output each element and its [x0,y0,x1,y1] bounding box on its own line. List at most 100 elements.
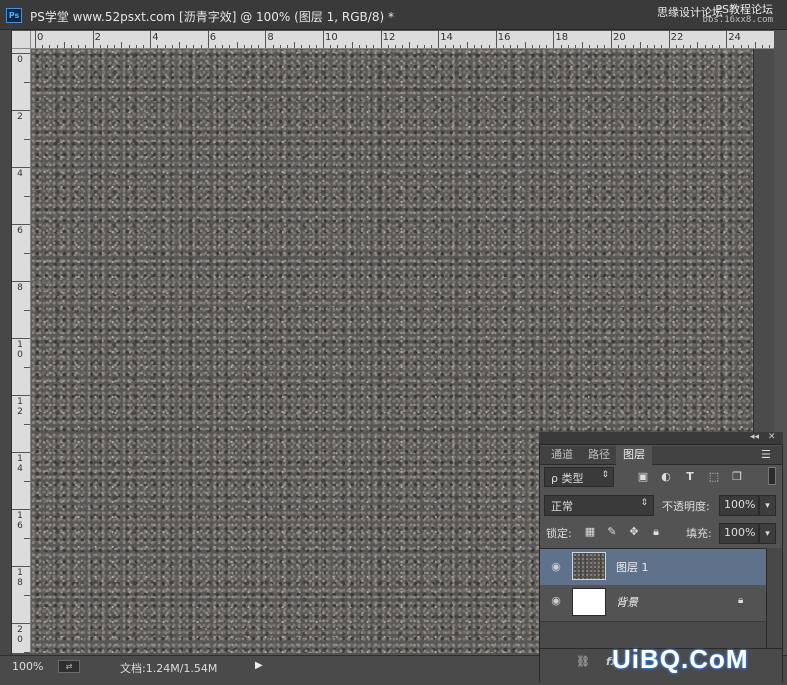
ruler-label: 10 [17,340,23,360]
eye-icon[interactable]: ◉ [549,561,563,572]
layers-scrollbar[interactable] [766,548,782,648]
ruler-tick [567,45,569,48]
ruler-tick [315,45,317,48]
status-toggle-icon[interactable]: ⇄ [58,660,80,673]
ruler-tick [78,45,80,48]
layer-filter-select[interactable]: ρ 类型 ⇕ [544,467,614,487]
ruler-tick [12,53,30,54]
ruler-label: 2 [17,112,23,122]
ruler-tick [193,45,195,48]
layer-name[interactable]: 图层 1 [616,559,649,575]
lock-all-icon[interactable]: 🔒︎ [649,525,663,539]
tab-layers[interactable]: 图层 [616,446,652,465]
document-title: PS学堂 www.52psxt.com [沥青字效] @ 100% (图层 1,… [30,10,394,24]
ruler-label: 2 [94,32,101,43]
ruler-tick [438,31,440,48]
watermark-url: bbs.16xx8.com [702,15,773,25]
ruler-tick [711,45,713,48]
ruler-tick [301,45,303,48]
fill-dropdown-icon[interactable]: ▾ [759,523,776,544]
ruler-label: 18 [17,568,23,588]
opacity-input[interactable]: 100% [719,495,759,516]
ruler-tick [481,45,483,48]
ruler-tick [596,45,598,48]
ruler-tick [143,45,144,48]
ruler-tick [675,45,677,48]
ruler-label: 14 [17,454,23,474]
ruler-label: 24 [728,32,741,43]
tab-paths[interactable]: 路径 [582,446,616,465]
collapse-icon[interactable]: ◂◂ [750,432,759,442]
ruler-tick [24,195,30,197]
ruler-tick [24,537,30,539]
ruler-tick [63,42,65,48]
ruler-tick [539,45,540,48]
ruler-tick [279,45,281,48]
status-menu-arrow-icon[interactable]: ▶ [255,660,263,671]
ruler-label: 8 [267,32,274,43]
ruler-tick [337,45,339,48]
ruler-tick [12,167,30,168]
ruler-tick [215,45,216,48]
ruler-tick [668,31,670,48]
fill-input[interactable]: 100% [719,523,759,544]
ruler-tick [49,45,51,48]
layer-thumbnail-asphalt[interactable] [572,552,606,580]
tab-channels[interactable]: 通道 [544,446,580,465]
ruler-tick [618,45,620,48]
ruler-tick [459,45,461,48]
ruler-label: 12 [17,397,23,417]
ruler-tick [24,81,30,83]
lock-pixels-brush-icon[interactable]: ✎ [605,525,619,539]
link-layers-icon[interactable]: ⛓ [576,655,590,668]
ruler-tick [24,252,30,254]
close-icon[interactable]: ✕ [768,432,776,442]
ruler-tick [575,45,576,48]
ruler-tick [373,45,375,48]
ruler-tick [769,45,771,48]
filter-toggle-switch[interactable] [768,467,776,485]
ruler-label: 4 [17,169,23,179]
layer-name[interactable]: 背景 [616,594,638,610]
blend-mode-value: 正常 [551,500,573,513]
ruler-tick [359,45,360,48]
ruler-tick [99,45,101,48]
eye-icon[interactable]: ◉ [549,595,563,606]
lock-label: 锁定: [546,527,572,540]
ruler-tick [12,623,30,624]
ruler-tick [611,31,612,48]
ruler-origin-corner[interactable] [12,31,31,49]
chevron-updown-icon: ⇕ [601,470,609,480]
shape-filter-icon[interactable]: ⬚ [707,470,721,484]
ruler-tick [740,45,742,48]
ruler-tick [452,45,454,48]
ruler-tick [409,42,411,48]
ruler-tick [603,45,605,48]
ruler-tick [582,42,584,48]
ruler-tick [546,45,548,48]
lock-position-move-icon[interactable]: ✥ [627,525,641,539]
ruler-tick [128,45,130,48]
smart-object-filter-icon[interactable]: ❐ [730,470,744,484]
layer-thumbnail-white[interactable] [572,588,606,616]
blend-mode-select[interactable]: 正常 ⇕ [544,495,654,516]
ruler-tick [474,45,476,48]
zoom-level[interactable]: 100% [12,660,43,673]
ruler-tick [186,45,188,48]
lock-transparency-icon[interactable]: ▦ [583,525,597,539]
ruler-tick [150,31,152,48]
ruler-tick [135,45,137,48]
opacity-dropdown-icon[interactable]: ▾ [759,495,776,516]
ruler-tick [704,45,706,48]
ruler-tick [654,45,656,48]
ruler-label: 8 [17,283,23,293]
ruler-tick [56,45,58,48]
image-filter-icon[interactable]: ▣ [636,470,650,484]
ruler-label: 6 [17,226,23,236]
panel-menu-icon[interactable]: ☰ [761,448,771,461]
vertical-ruler[interactable]: 0 2 4 6 8 10 12 14 16 18 20 [12,49,31,653]
adjustment-filter-icon[interactable]: ◐ [659,470,673,484]
ruler-tick [445,45,447,48]
horizontal-ruler[interactable]: 0 2 4 6 8 10 12 14 16 18 20 22 24 [31,31,774,49]
type-filter-icon[interactable]: T [683,470,697,484]
